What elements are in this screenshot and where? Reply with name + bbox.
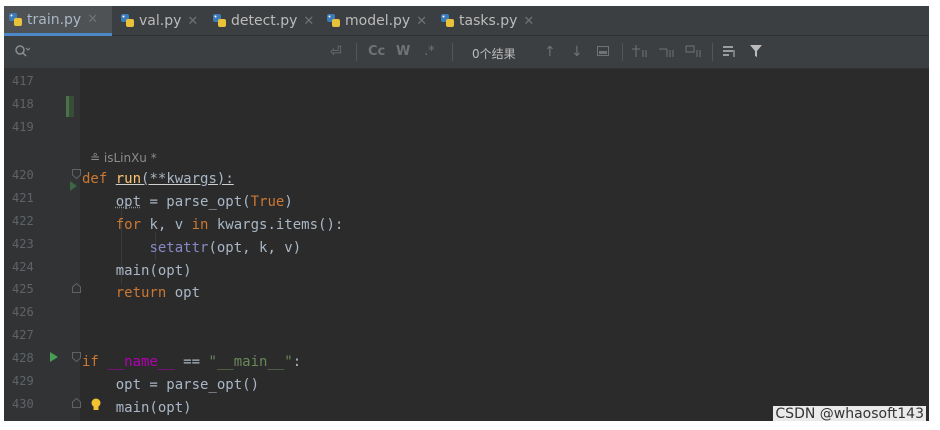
tab-label: detect.py (231, 13, 298, 29)
line-number: 426 (12, 305, 34, 319)
find-bar: ⏎ Cc W .* 0个结果 ↑ ↓ (4, 36, 929, 69)
run-main-icon[interactable] (50, 352, 58, 362)
line-number: 424 (12, 260, 34, 274)
regex-toggle[interactable]: .* (424, 44, 435, 59)
fold-end-icon[interactable] (72, 283, 81, 293)
tab-label: model.py (345, 13, 411, 29)
python-file-icon (326, 13, 342, 29)
code-line-422[interactable]: for k, v in kwargs.items(): (82, 217, 344, 233)
line-number: 427 (12, 328, 34, 342)
wrap-search-icon[interactable]: ⏎ (330, 44, 342, 60)
close-icon[interactable]: ✕ (523, 14, 534, 29)
toolbar-separator (356, 43, 357, 61)
line-number: 428 (12, 351, 34, 365)
line-number: 423 (12, 237, 34, 251)
match-case-toggle[interactable]: Cc (368, 44, 385, 59)
tab-val-py[interactable]: val.py ✕ (116, 6, 206, 36)
python-file-icon (440, 13, 456, 29)
filter-icon[interactable] (749, 44, 763, 62)
watermark: CSDN @whaosoft143 (773, 406, 926, 422)
tab-label: val.py (139, 13, 182, 29)
tab-detect-py[interactable]: detect.py ✕ (208, 6, 320, 36)
tab-label: train.py (27, 11, 82, 28)
run-gutter-icon[interactable] (70, 181, 77, 191)
python-file-icon (120, 13, 136, 29)
fold-icon[interactable] (72, 352, 81, 362)
whole-word-toggle[interactable]: W (396, 44, 410, 59)
code-author-hint[interactable]: ≗ isLinXu * (90, 151, 157, 165)
arrow-down-icon[interactable]: ↓ (571, 44, 583, 60)
toolbar-separator (452, 43, 453, 61)
toolbar-separator (712, 43, 713, 61)
tab-tasks-py[interactable]: tasks.py ✕ (436, 6, 536, 36)
tab-train-py[interactable]: train.py ✕ (4, 6, 112, 36)
close-icon[interactable]: ✕ (187, 14, 198, 29)
code-line-428[interactable]: if __name__ == "__main__": (82, 354, 301, 370)
remove-occurrence-icon[interactable] (658, 44, 676, 62)
line-number: 430 (12, 397, 34, 411)
code-editor[interactable]: 417 418 419 420 421 422 423 424 425 426 … (4, 69, 929, 421)
line-number: 429 (12, 374, 34, 388)
python-file-icon (212, 13, 228, 29)
code-line-420[interactable]: def run(**kwargs): (82, 171, 234, 187)
line-number: 420 (12, 168, 34, 182)
code-line-423[interactable]: setattr(opt, k, v) (82, 240, 301, 256)
line-number: 419 (12, 120, 34, 134)
fold-end-icon[interactable] (72, 398, 81, 408)
close-icon[interactable]: ✕ (303, 14, 314, 29)
filter-search-results-icon[interactable] (722, 44, 738, 62)
python-file-icon (8, 12, 24, 28)
arrow-up-icon[interactable]: ↑ (544, 44, 556, 60)
line-number: 425 (12, 282, 34, 296)
toolbar-separator (622, 43, 623, 61)
editor-tab-bar: train.py ✕ val.py ✕ detect.py ✕ model.py… (4, 6, 929, 36)
code-line-430[interactable]: main(opt) (82, 400, 192, 416)
select-all-occurrences-icon[interactable] (596, 44, 610, 62)
code-line-424[interactable]: main(opt) (82, 263, 192, 279)
vcs-change-marker[interactable] (66, 96, 74, 117)
code-line-429[interactable]: opt = parse_opt() (82, 377, 259, 393)
ide-window: train.py ✕ val.py ✕ detect.py ✕ model.py… (4, 6, 929, 421)
line-number: 418 (12, 97, 34, 111)
fold-icon[interactable] (72, 169, 81, 179)
toggle-selection-icon[interactable] (685, 44, 703, 62)
code-line-425[interactable]: return opt (82, 285, 200, 301)
user-icon: ≗ (90, 151, 104, 165)
search-result-count: 0个结果 (472, 47, 516, 61)
close-icon[interactable]: ✕ (87, 12, 98, 27)
search-icon[interactable] (14, 44, 31, 62)
add-occurrence-icon[interactable] (631, 44, 649, 62)
line-number: 422 (12, 214, 34, 228)
line-number: 421 (12, 191, 34, 205)
tab-model-py[interactable]: model.py ✕ (322, 6, 434, 36)
line-number: 417 (12, 74, 34, 88)
tab-label: tasks.py (459, 13, 518, 29)
code-line-421[interactable]: opt = parse_opt(True) (82, 194, 293, 210)
close-icon[interactable]: ✕ (416, 14, 427, 29)
author-name: isLinXu * (103, 151, 157, 165)
